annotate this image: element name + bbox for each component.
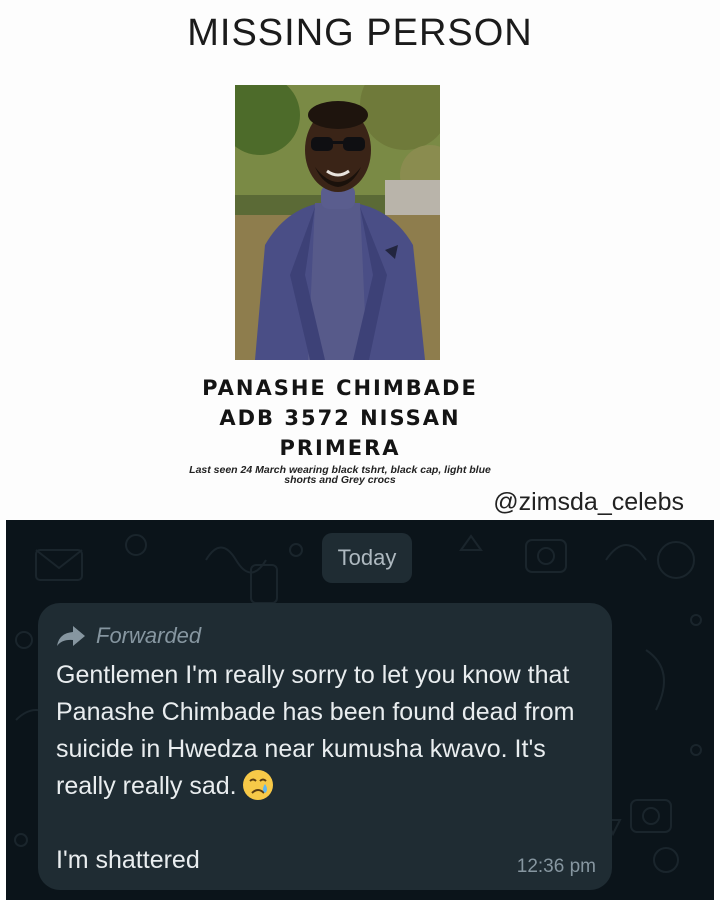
- vehicle-plate: ADB 3572 NISSAN: [219, 406, 461, 430]
- person-photo-illustration: [235, 85, 440, 360]
- last-seen-description: Last seen 24 March wearing black tshrt, …: [160, 465, 520, 486]
- poster-title: MISSING PERSON: [187, 12, 533, 54]
- forwarded-label: Forwarded: [96, 623, 202, 648]
- forwarded-indicator: Forwarded: [56, 621, 201, 651]
- person-photo[interactable]: [235, 85, 440, 360]
- poster-details: PANASHE CHIMBADE ADB 3572 NISSAN PRIMERA: [0, 373, 680, 463]
- forward-arrow-icon: [57, 626, 85, 646]
- date-chip: Today: [322, 533, 412, 583]
- message-text: Gentlemen I'm really sorry to let you kn…: [56, 661, 575, 800]
- message-body: Gentlemen I'm really sorry to let you kn…: [56, 657, 596, 879]
- vehicle-model: PRIMERA: [279, 436, 401, 460]
- last-seen-line-2: shorts and Grey crocs: [284, 474, 396, 486]
- person-name: PANASHE CHIMBADE: [202, 376, 478, 400]
- message-bubble[interactable]: Forwarded Gentlemen I'm really sorry to …: [38, 603, 612, 890]
- crying-face-icon: [242, 770, 273, 800]
- watermark-handle: @zimsda_celebs: [493, 488, 684, 516]
- missing-person-poster: MISSING PERSON PANASHE CHIMBADE ADB 3572…: [0, 0, 720, 520]
- message-timestamp: 12:36 pm: [516, 856, 596, 877]
- chat-screenshot: Today Forwarded Gentlemen I'm really sor…: [6, 520, 714, 900]
- message-text-after: I'm shattered: [56, 846, 200, 874]
